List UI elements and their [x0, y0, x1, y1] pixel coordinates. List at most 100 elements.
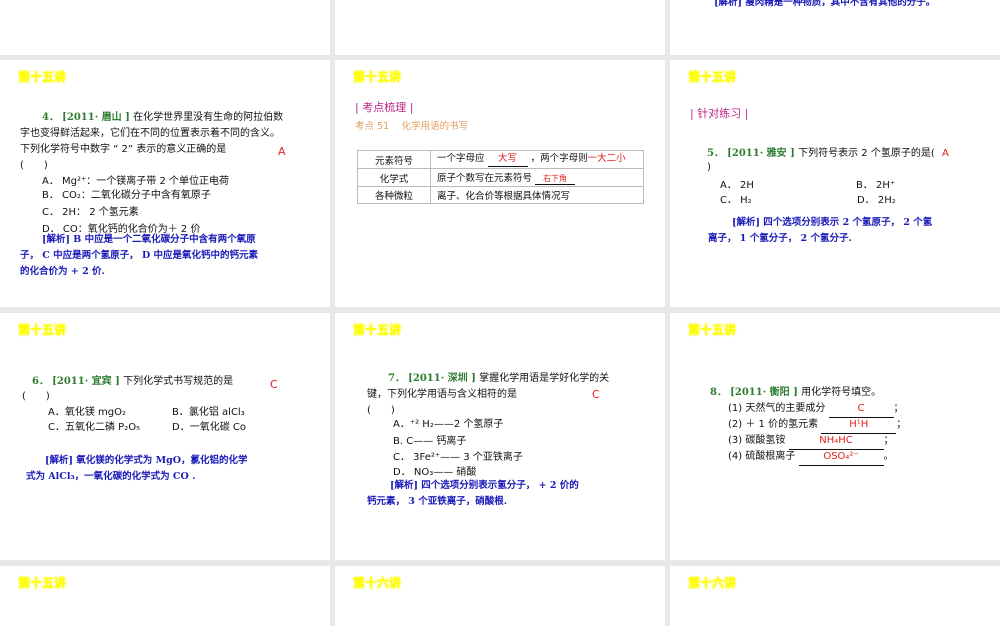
punctuation: 。 [883, 451, 894, 462]
fill-label: (1) 天然气的主要成分 [728, 403, 826, 414]
question-source: [2011· 深圳 ] [408, 373, 476, 384]
option: D．一氧化碳 Co [172, 422, 246, 433]
analysis-text: [解析] 四个选项分别表示 2 个氢原子， 2 个氢 [732, 217, 933, 228]
question-text: 下列符号表示 2 个氢原子的是( [798, 148, 935, 159]
option: D． 2H₂ [857, 195, 896, 206]
slide-thumbnail[interactable]: 第十五讲 | 针对练习 | 5． [2011· 雅安 ] 下列符号表示 2 个氢… [670, 60, 1000, 307]
slide-header: 第十五讲 [18, 323, 67, 337]
analysis-text: [解析] 四个选项分别表示氢分子， + 2 价的 [390, 480, 579, 491]
slide-thumbnail[interactable] [0, 0, 330, 55]
question-text: 掌握化学用语是学好化学的关 [479, 373, 610, 384]
option: B． CO₂：二氧化碳分子中含有氧原子 [42, 190, 211, 201]
fill-blank: C [828, 401, 894, 418]
analysis-text: [解析] B 中应是一个二氧化碳分子中含有两个氧原 [42, 234, 256, 245]
question-text: 用化学符号填空。 [801, 387, 882, 398]
question-text: 在化学世界里没有生命的阿拉伯数 [133, 112, 284, 123]
answer-paren: ( ) [367, 405, 395, 416]
cell-text: ，两个字母则 [530, 153, 588, 164]
slide-thumbnail[interactable]: 第十五讲 8． [2011· 衡阳 ] 用化学符号填空。 (1) 天然气的主要成… [670, 313, 1000, 560]
fill-label: (3) 碳酸氢铵 [728, 435, 786, 446]
slide-thumbnail[interactable]: 第十五讲 7． [2011· 深圳 ] 掌握化学用语是学好化学的关 键，下列化学… [335, 313, 665, 560]
punctuation: ； [883, 435, 894, 446]
option: A． 2H [720, 180, 754, 191]
cell-text: 一个字母应 [437, 153, 485, 164]
option: A．氧化镁 mgO₂ [48, 407, 126, 418]
table-cell: 一个字母应 大写 ，两个字母则一大二小 [430, 150, 644, 169]
slide-thumbnail[interactable]: 第十五讲 4． [2011· 眉山 ] 在化学世界里没有生命的阿拉伯数 字也变得… [0, 60, 330, 307]
analysis-text: 钙元素， 3 个亚铁离子，硝酸根. [367, 496, 508, 507]
slide-header: 第十五讲 [353, 323, 402, 337]
analysis-text: 的化合价为 + 2 价. [20, 266, 105, 277]
question-number: 7． [388, 373, 405, 384]
option: B. C—— 钙离子 [393, 436, 467, 447]
table-cell: 离子、化合价等根据具体情况写 [430, 186, 644, 204]
answer-paren: ) [707, 162, 711, 173]
slide-header: 第十六讲 [353, 576, 402, 590]
section-title: | 考点梳理 | [355, 101, 414, 114]
slide-thumbnail[interactable]: 第十五讲 | 考点梳理 | 考点 51 化学用语的书写 元素符号 一个字母应 大… [335, 60, 665, 307]
table-row: 化学式 原子个数写在元素符号 右下角 [357, 168, 644, 187]
fill-blank: 大写 [487, 152, 528, 167]
option: A．⁺² H₂——2 个氢原子 [393, 419, 504, 430]
slide-thumbnail[interactable] [335, 0, 665, 55]
summary-table: 元素符号 一个字母应 大写 ，两个字母则一大二小 化学式 原子个数写在元素符号 … [357, 150, 644, 204]
question-number: 4． [42, 112, 59, 123]
table-cell: 化学式 [357, 168, 431, 187]
fill-blank: 右下角 [535, 173, 576, 185]
question-source: [2011· 眉山 ] [62, 112, 130, 123]
slide-header: 第十五讲 [688, 70, 737, 84]
answer-mark: A [278, 145, 286, 158]
slide-thumbnail[interactable]: 第十六讲 [670, 566, 1000, 626]
question-source: [2011· 衡阳 ] [730, 387, 798, 398]
cell-text: 原子个数写在元素符号 [437, 173, 533, 184]
option: B． 2H⁺ [856, 180, 896, 191]
analysis-text: 式为 AlCl₃，一氧化碳的化学式为 CO . [26, 471, 196, 482]
question-number: 5． [707, 148, 724, 159]
fill-blank: OSO₄²⁻ [798, 449, 884, 466]
table-cell: 元素符号 [357, 150, 431, 169]
answer-text: 一大二小 [587, 153, 626, 164]
fill-label: (2) ＋ 1 价的氢元素 [728, 419, 819, 430]
section-title: | 针对练习 | [690, 107, 749, 120]
question-text: 字也变得鲜活起来，它们在不同的位置表示着不同的含义。 [20, 128, 280, 139]
slide-header: 第十六讲 [688, 576, 737, 590]
table-cell: 各种微粒 [357, 186, 431, 204]
answer-paren: ( ) [22, 391, 50, 402]
option: B．氯化铝 alCl₃ [172, 407, 245, 418]
fill-blank: H¹H [821, 417, 897, 434]
option: C． 3Fe²⁺—— 3 个亚铁离子 [393, 452, 523, 463]
answer-mark: A [942, 148, 949, 159]
question-text: 键，下列化学用语与含义相符的是 [367, 389, 517, 400]
question-text: 下列化学式书写规范的是 [123, 376, 234, 387]
punctuation: ； [896, 419, 907, 430]
answer-mark: C [270, 378, 278, 391]
answer-mark: C [592, 388, 600, 401]
table-cell: 原子个数写在元素符号 右下角 [430, 168, 644, 187]
table-row: 各种微粒 离子、化合价等根据具体情况写 [357, 186, 644, 204]
slide-thumbnail[interactable]: 第十五讲 [0, 566, 330, 626]
punctuation: ； [893, 403, 904, 414]
question-number: 8． [710, 387, 727, 398]
analysis-text: [解析] 瘦肉精是一种物质，其中不含有其他的分子。 [714, 0, 936, 8]
analysis-text: 离子， 1 个氢分子， 2 个氢分子. [708, 233, 852, 244]
question-source: [2011· 宜宾 ] [52, 376, 120, 387]
option: C． H₂ [720, 195, 752, 206]
question-number: 6． [32, 376, 49, 387]
analysis-text: 子， C 中应是两个氢原子， D 中应是氧化钙中的钙元素 [20, 250, 259, 261]
fill-label: (4) 硫酸根离子 [728, 451, 796, 462]
topic-title: 考点 51 化学用语的书写 [355, 121, 469, 132]
table-row: 元素符号 一个字母应 大写 ，两个字母则一大二小 [357, 150, 644, 169]
slide-thumbnail[interactable]: 第十六讲 [335, 566, 665, 626]
slide-header: 第十五讲 [688, 323, 737, 337]
slide-thumbnail[interactable]: 第十五讲 6． [2011· 宜宾 ] 下列化学式书写规范的是 C ( ) A．… [0, 313, 330, 560]
answer-paren: ( ) [20, 160, 48, 171]
option: C．五氧化二磷 P₂O₅ [48, 422, 141, 433]
analysis-text: [解析] 氧化镁的化学式为 MgO，氯化铝的化学 [45, 455, 248, 466]
question-text: 下列化学符号中数字 “ 2” 表示的意义正确的是 [20, 144, 227, 155]
option: C． 2H： 2 个氢元素 [42, 207, 139, 218]
slide-header: 第十五讲 [353, 70, 402, 84]
question-source: [2011· 雅安 ] [727, 148, 795, 159]
fill-blank: NH₄HC [788, 433, 884, 450]
slide-thumbnail[interactable]: [解析] 瘦肉精是一种物质，其中不含有其他的分子。 [670, 0, 1000, 55]
slide-header: 第十五讲 [18, 70, 67, 84]
